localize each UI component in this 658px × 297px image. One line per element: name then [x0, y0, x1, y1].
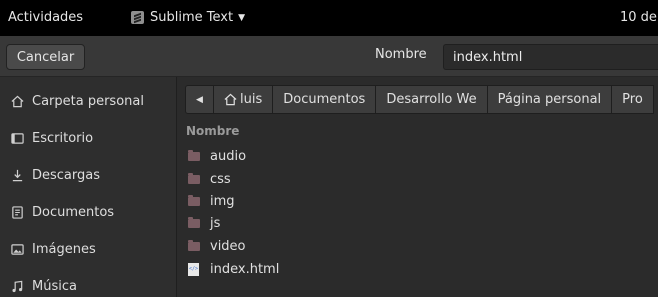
- document-icon: [10, 206, 24, 220]
- sidebar-item-desktop[interactable]: Escritorio: [0, 120, 177, 157]
- sidebar-item-label: Carpeta personal: [32, 94, 144, 109]
- desktop-icon: [10, 132, 24, 146]
- music-icon: [10, 280, 24, 294]
- places-sidebar: Carpeta personal Escritorio Descargas Do…: [0, 77, 177, 297]
- chevron-left-icon: ◀: [196, 94, 203, 105]
- sidebar-item-label: Escritorio: [32, 131, 94, 146]
- top-bar: Actividades Sublime Text ▼ 10 de: [0, 0, 658, 36]
- list-item[interactable]: video: [188, 235, 246, 257]
- app-menu[interactable]: Sublime Text ▼: [131, 10, 245, 25]
- file-name: img: [210, 193, 235, 209]
- list-item[interactable]: img: [188, 190, 235, 212]
- list-item[interactable]: js: [188, 212, 220, 234]
- app-name: Sublime Text: [150, 10, 234, 25]
- image-icon: [10, 243, 24, 257]
- sidebar-item-documents[interactable]: Documentos: [0, 194, 177, 231]
- path-bar: ◀ luis Documentos Desarrollo We Página p…: [185, 85, 654, 114]
- activities-button[interactable]: Actividades: [8, 10, 83, 25]
- list-item[interactable]: css: [188, 168, 231, 190]
- filename-label: Nombre: [375, 47, 427, 62]
- file-name: audio: [210, 148, 247, 164]
- list-item[interactable]: index.html: [188, 258, 279, 280]
- column-header-name[interactable]: Nombre: [186, 124, 239, 138]
- sidebar-item-label: Música: [32, 279, 77, 294]
- sidebar-item-home[interactable]: Carpeta personal: [0, 83, 177, 120]
- sidebar-item-pictures[interactable]: Imágenes: [0, 231, 177, 268]
- path-segment-documentos[interactable]: Documentos: [273, 85, 377, 114]
- download-icon: [10, 169, 24, 183]
- folder-icon: [188, 149, 200, 161]
- html-file-icon: [188, 262, 199, 276]
- path-segment-pro[interactable]: Pro: [612, 85, 654, 114]
- file-name: video: [210, 238, 246, 254]
- path-back-button[interactable]: ◀: [185, 85, 214, 114]
- file-name: index.html: [210, 261, 280, 277]
- dialog-header: Cancelar: [0, 36, 658, 77]
- path-segment-pagina-personal[interactable]: Página personal: [487, 85, 613, 114]
- path-segment-desarrollo-web[interactable]: Desarrollo We: [376, 85, 488, 114]
- sidebar-item-label: Descargas: [32, 168, 101, 183]
- cancel-button[interactable]: Cancelar: [6, 44, 85, 70]
- sidebar-item-label: Imágenes: [32, 242, 96, 257]
- filename-input[interactable]: [443, 44, 658, 70]
- file-name: js: [210, 215, 221, 231]
- caret-down-icon: ▼: [238, 12, 245, 23]
- clock[interactable]: 10 de: [620, 10, 657, 25]
- file-name: css: [210, 171, 231, 187]
- folder-icon: [188, 239, 200, 251]
- folder-icon: [188, 194, 200, 206]
- file-list: Nombre audio css img js video index.html: [178, 120, 658, 297]
- sidebar-item-downloads[interactable]: Descargas: [0, 157, 177, 194]
- path-segment-home[interactable]: luis: [214, 85, 274, 114]
- home-icon: [10, 95, 24, 109]
- sublime-text-icon: [131, 11, 144, 24]
- folder-icon: [188, 172, 200, 184]
- folder-icon: [188, 216, 200, 228]
- sidebar-item-music[interactable]: Música: [0, 268, 177, 297]
- sidebar-item-label: Documentos: [32, 205, 115, 220]
- list-item[interactable]: audio: [188, 145, 246, 167]
- home-icon: [224, 93, 237, 106]
- path-segment-label: luis: [240, 92, 263, 107]
